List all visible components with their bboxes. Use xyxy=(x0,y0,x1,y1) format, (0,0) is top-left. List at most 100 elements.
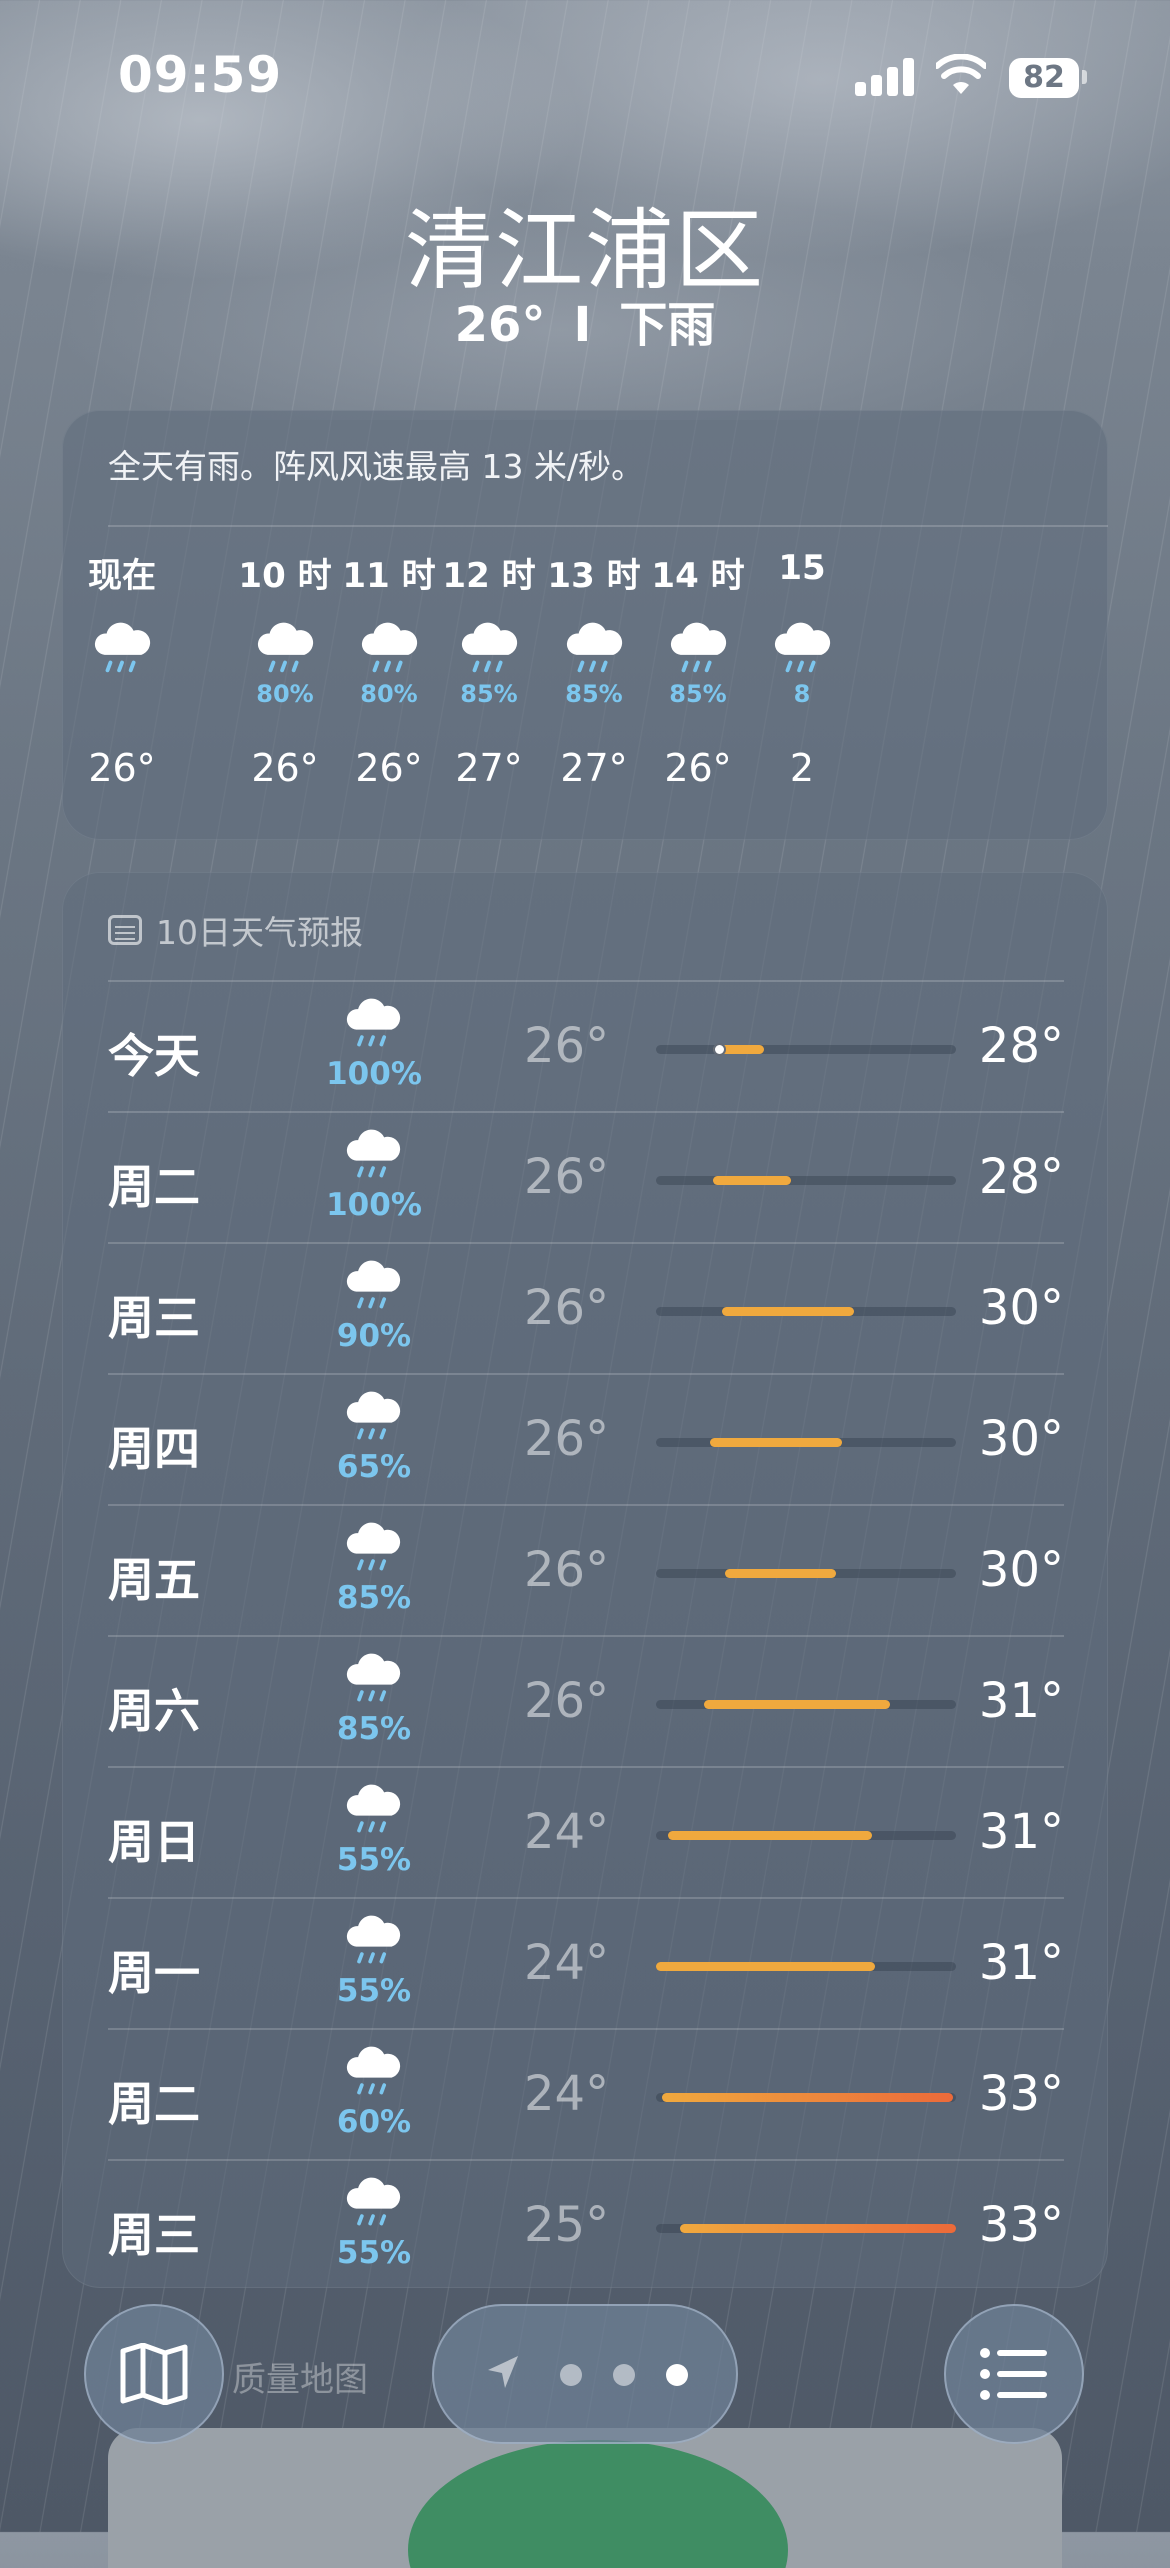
day-low-temp: 26° xyxy=(524,1411,610,1467)
day-low-temp: 26° xyxy=(524,1018,610,1074)
day-row[interactable]: 周二 100% 26° 28° xyxy=(108,1113,1064,1244)
rain-cloud-icon xyxy=(346,998,401,1047)
status-bar: 09:59 82 xyxy=(0,0,1170,150)
wifi-icon xyxy=(936,54,986,94)
cellular-signal-icon xyxy=(855,58,915,96)
hour-precip: 8 xyxy=(793,680,811,708)
hour-label: 15 xyxy=(778,548,826,588)
day-row[interactable]: 今天 100% 26° 28° xyxy=(108,982,1064,1113)
rain-cloud-icon xyxy=(566,622,623,673)
battery-indicator: 82 xyxy=(1009,58,1079,98)
temperature-range-bar xyxy=(656,1438,956,1447)
current-conditions: 26° I 下雨 xyxy=(0,285,1170,355)
day-precip: 100% xyxy=(326,1187,422,1223)
day-precip: 90% xyxy=(336,1318,412,1354)
temperature-range-fill xyxy=(704,1700,890,1709)
air-quality-map-preview[interactable] xyxy=(108,2428,1062,2568)
rain-cloud-icon xyxy=(346,1653,401,1702)
day-high-temp: 28° xyxy=(978,1149,1064,1205)
rain-cloud-icon xyxy=(346,1391,401,1440)
day-low-temp: 25° xyxy=(524,2197,610,2253)
page-dot-1[interactable] xyxy=(560,2364,582,2386)
day-row[interactable]: 周二 60% 24° 33° xyxy=(108,2030,1064,2161)
rain-cloud-icon xyxy=(346,1129,401,1178)
day-row[interactable]: 周五 85% 26° 30° xyxy=(108,1506,1064,1637)
day-precip: 55% xyxy=(336,2235,412,2271)
current-temp-dot xyxy=(712,1043,726,1056)
day-row[interactable]: 周六 85% 26° 31° xyxy=(108,1637,1064,1768)
temperature-range-bar xyxy=(656,2093,956,2102)
day-row[interactable]: 周一 55% 24° 31° xyxy=(108,1899,1064,2030)
day-row[interactable]: 周日 55% 24° 31° xyxy=(108,1768,1064,1899)
day-high-temp: 30° xyxy=(978,1542,1064,1598)
rain-cloud-icon xyxy=(257,622,314,673)
day-precip: 85% xyxy=(336,1580,412,1616)
temperature-range-bar xyxy=(656,2224,956,2233)
hourly-forecast-card[interactable]: 全天有雨。阵风风速最高 13 米/秒。 现在 26° 10 时 80% 26° 11 时8… xyxy=(62,410,1108,840)
day-name: 周五 xyxy=(108,1553,200,1607)
day-low-temp: 24° xyxy=(524,1935,610,1991)
day-name: 周二 xyxy=(108,2077,200,2131)
day-name: 周日 xyxy=(108,1815,200,1869)
day-name: 周二 xyxy=(108,1160,200,1214)
hour-temp: 2 xyxy=(789,746,815,790)
temperature-range-fill xyxy=(725,1569,836,1578)
day-name: 周一 xyxy=(108,1946,200,2000)
day-low-temp: 26° xyxy=(524,1280,610,1336)
temperature-range-fill xyxy=(680,2224,956,2233)
rain-cloud-icon xyxy=(670,622,727,673)
map-icon xyxy=(120,2343,188,2405)
location-arrow-icon[interactable] xyxy=(486,2354,520,2390)
day-low-temp: 24° xyxy=(524,1804,610,1860)
day-row[interactable]: 周三 55% 25° 33° xyxy=(108,2161,1064,2288)
temperature-range-bar xyxy=(656,1043,956,1056)
day-low-temp: 26° xyxy=(524,1542,610,1598)
divider xyxy=(108,525,1108,527)
day-name: 今天 xyxy=(108,1029,200,1083)
day-precip: 60% xyxy=(336,2104,412,2140)
city-list-button[interactable] xyxy=(944,2304,1084,2444)
temperature-range-fill xyxy=(656,1962,875,1971)
day-name: 周三 xyxy=(108,2208,200,2262)
calendar-icon xyxy=(108,915,142,945)
rain-cloud-icon xyxy=(94,622,151,673)
temperature-range-bar xyxy=(656,1176,956,1185)
rain-cloud-icon xyxy=(774,622,831,673)
day-name: 周三 xyxy=(108,1291,200,1345)
day-row[interactable]: 周四 65% 26° 30° xyxy=(108,1375,1064,1506)
day-high-temp: 31° xyxy=(978,1935,1064,1991)
ten-day-forecast-card[interactable]: 10日天气预报 今天 100% 26° 28° 周二 100% 26° 28° 周三 90% 26°… xyxy=(62,872,1108,2288)
temperature-range-fill xyxy=(662,2093,953,2102)
temperature-range-fill xyxy=(713,1176,791,1185)
status-time: 09:59 xyxy=(118,46,283,104)
page-dot-3-active[interactable] xyxy=(666,2364,688,2386)
day-high-temp: 33° xyxy=(978,2197,1064,2253)
rain-cloud-icon xyxy=(346,1522,401,1571)
rain-cloud-icon xyxy=(346,1260,401,1309)
current-temperature: 26° xyxy=(454,297,546,353)
day-high-temp: 30° xyxy=(978,1411,1064,1467)
hour-temp: 26° xyxy=(88,746,156,790)
day-row[interactable]: 周三 90% 26° 30° xyxy=(108,1244,1064,1375)
page-indicator[interactable] xyxy=(432,2304,738,2444)
map-section-label: 质量地图 xyxy=(232,2360,368,2400)
day-name: 周六 xyxy=(108,1684,200,1738)
temperature-range-fill xyxy=(710,1438,842,1447)
day-precip: 85% xyxy=(336,1711,412,1747)
day-high-temp: 33° xyxy=(978,2066,1064,2122)
day-high-temp: 28° xyxy=(978,1018,1064,1074)
temperature-range-bar xyxy=(656,1831,956,1840)
rain-cloud-icon xyxy=(346,2177,401,2226)
temperature-range-fill xyxy=(668,1831,872,1840)
map-button[interactable] xyxy=(84,2304,224,2444)
temperature-range-bar xyxy=(656,1307,956,1316)
day-low-temp: 26° xyxy=(524,1673,610,1729)
rain-cloud-icon xyxy=(346,2046,401,2095)
page-dot-2[interactable] xyxy=(613,2364,635,2386)
hour-label: 现在 xyxy=(88,556,156,596)
day-low-temp: 24° xyxy=(524,2066,610,2122)
hour-item: 现在 26° xyxy=(62,548,192,790)
day-high-temp: 31° xyxy=(978,1804,1064,1860)
weather-summary: 全天有雨。阵风风速最高 13 米/秒。 xyxy=(108,447,645,486)
separator: I xyxy=(573,297,592,353)
